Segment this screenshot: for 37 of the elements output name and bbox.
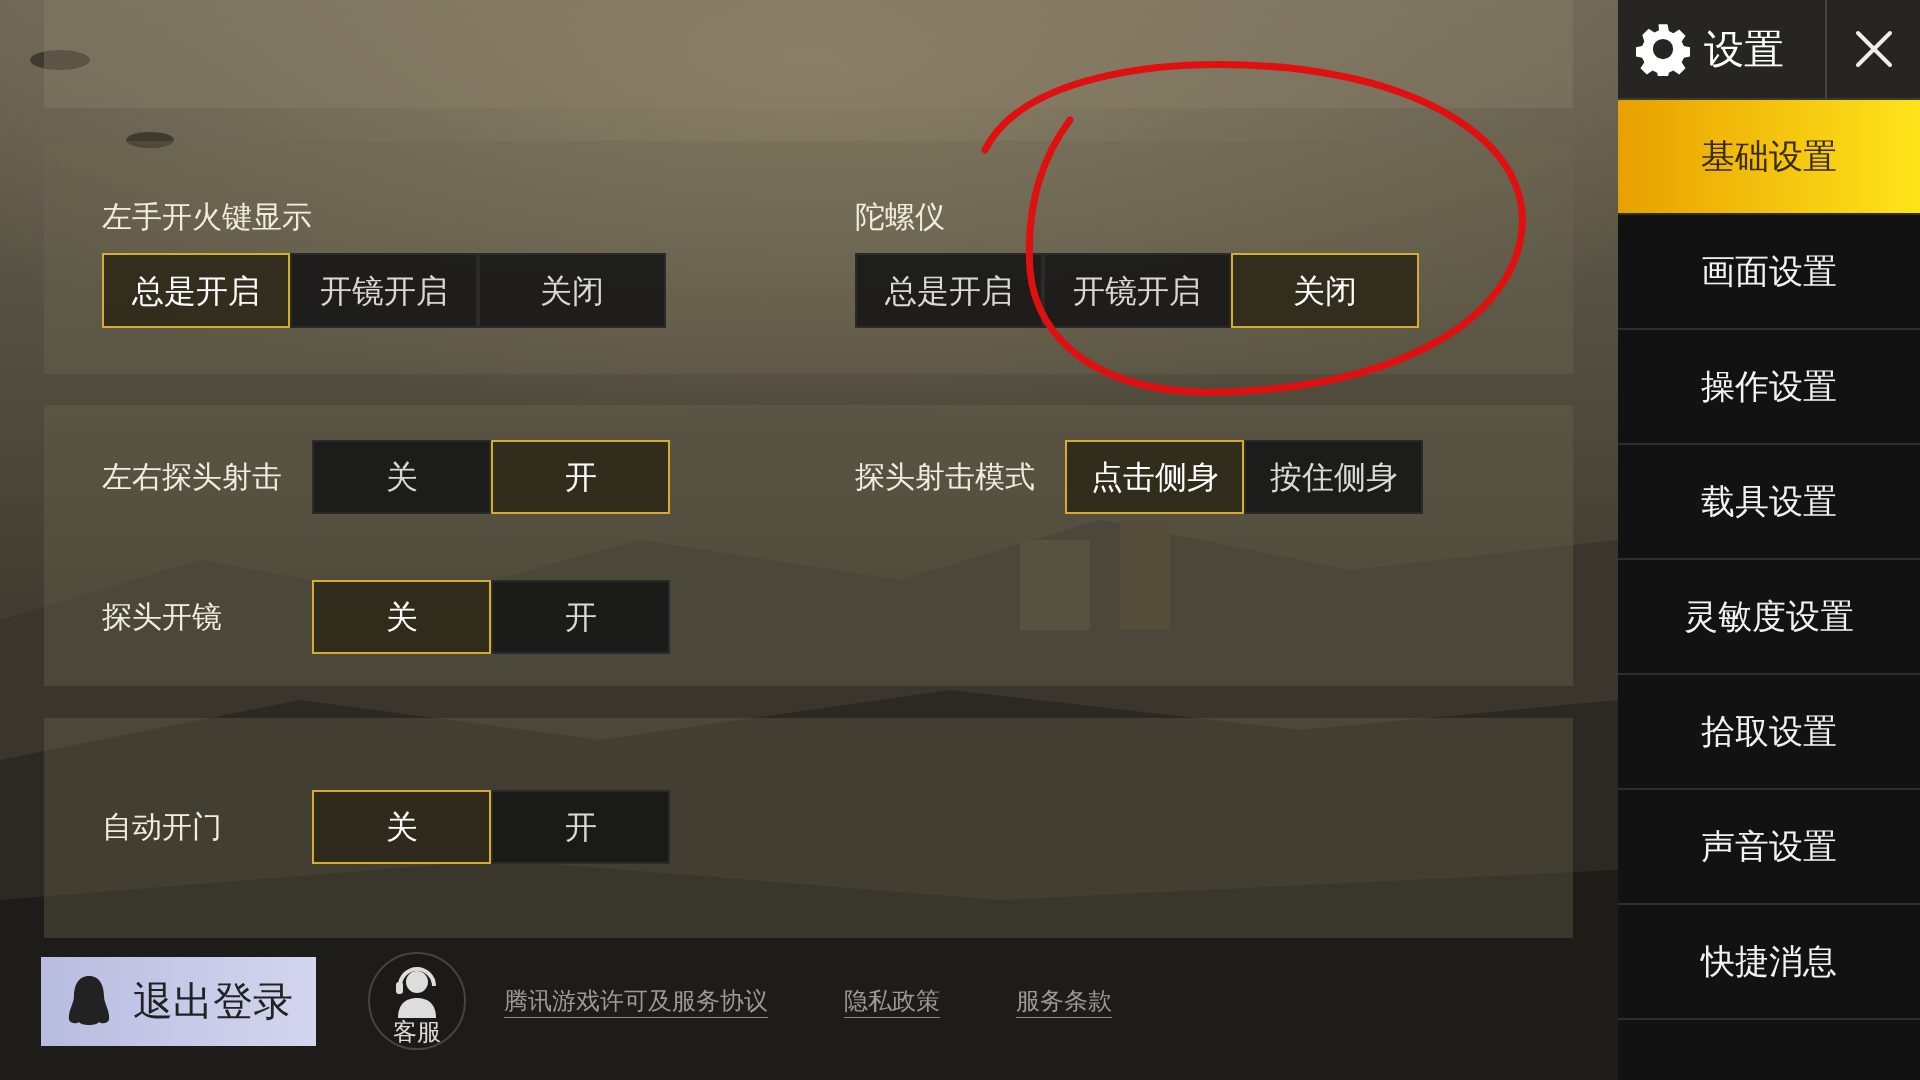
option-button[interactable]: 开镜开启 bbox=[290, 253, 478, 328]
sidebar-tab[interactable]: 操作设置 bbox=[1618, 330, 1920, 445]
option-button[interactable]: 关 bbox=[312, 440, 491, 514]
setting-label: 左手开火键显示 bbox=[102, 198, 313, 236]
sidebar-tab[interactable]: 画面设置 bbox=[1618, 215, 1920, 330]
settings-icon bbox=[1636, 22, 1690, 76]
close-icon bbox=[1853, 29, 1894, 69]
footer-link[interactable]: 服务条款 bbox=[1016, 984, 1112, 1018]
sidebar-tab[interactable]: 基础设置 bbox=[1618, 100, 1920, 215]
option-button[interactable]: 开 bbox=[491, 580, 670, 654]
option-button[interactable]: 总是开启 bbox=[855, 253, 1043, 328]
sidebar-tab[interactable]: 拾取设置 bbox=[1618, 675, 1920, 790]
sidebar-tab[interactable]: 灵敏度设置 bbox=[1618, 560, 1920, 675]
setting-label: 探头射击模式 bbox=[855, 458, 1036, 496]
setting-label: 陀螺仪 bbox=[855, 198, 946, 236]
sidebar-tab[interactable]: 载具设置 bbox=[1618, 445, 1920, 560]
setting-label: 探头开镜 bbox=[102, 598, 223, 636]
option-button[interactable]: 关闭 bbox=[1231, 253, 1419, 328]
option-button[interactable]: 开 bbox=[491, 790, 670, 864]
support-button[interactable]: 客服 bbox=[368, 952, 466, 1050]
logout-button[interactable]: 退出登录 bbox=[41, 956, 316, 1046]
option-button[interactable]: 开 bbox=[491, 440, 670, 514]
option-button[interactable]: 关闭 bbox=[478, 253, 666, 328]
sidebar-tab[interactable]: 声音设置 bbox=[1618, 790, 1920, 905]
option-button[interactable]: 关 bbox=[312, 580, 491, 654]
option-button[interactable]: 点击侧身 bbox=[1065, 440, 1244, 514]
option-button[interactable]: 按住侧身 bbox=[1244, 440, 1423, 514]
option-button[interactable]: 开镜开启 bbox=[1043, 253, 1231, 328]
setting-label: 自动开门 bbox=[102, 808, 223, 846]
sidebar-tab[interactable]: 快捷消息 bbox=[1618, 905, 1920, 1020]
option-button[interactable]: 总是开启 bbox=[102, 253, 290, 328]
setting-label: 左右探头射击 bbox=[102, 458, 283, 496]
close-button[interactable] bbox=[1825, 0, 1920, 98]
window-title: 设置 bbox=[1704, 25, 1784, 74]
option-button[interactable]: 关 bbox=[312, 790, 491, 864]
footer-link[interactable]: 隐私政策 bbox=[844, 984, 940, 1018]
footer-link[interactable]: 腾讯游戏许可及服务协议 bbox=[504, 984, 768, 1018]
